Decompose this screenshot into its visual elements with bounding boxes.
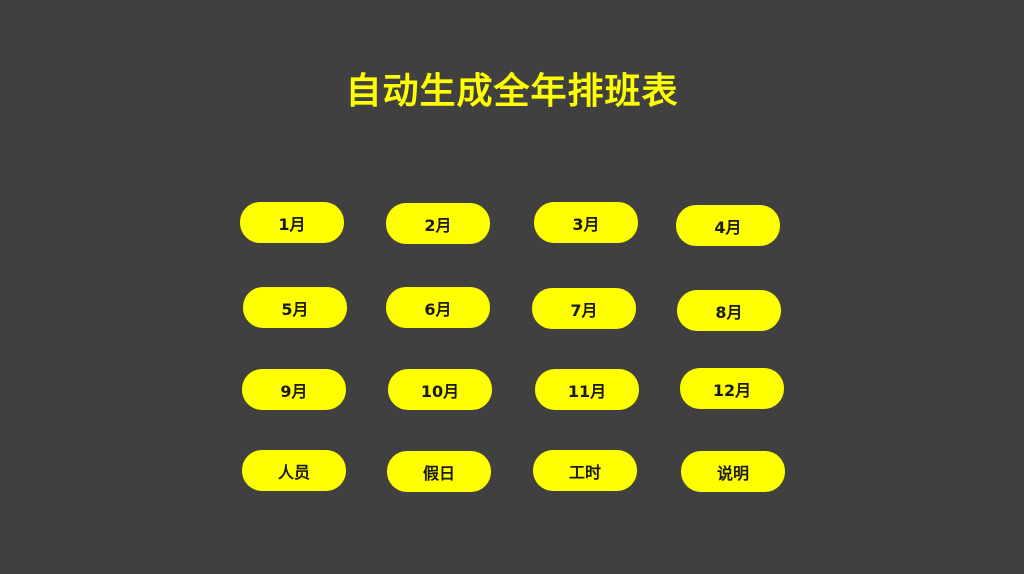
month-3-button[interactable]: 3月 bbox=[534, 202, 638, 243]
month-8-button[interactable]: 8月 bbox=[677, 290, 781, 331]
page-title: 自动生成全年排班表 bbox=[345, 71, 679, 112]
work-hours-button[interactable]: 工时 bbox=[533, 450, 637, 491]
month-5-button[interactable]: 5月 bbox=[243, 287, 347, 328]
instructions-button[interactable]: 说明 bbox=[681, 451, 785, 492]
month-6-button[interactable]: 6月 bbox=[386, 287, 490, 328]
holidays-button[interactable]: 假日 bbox=[387, 451, 491, 492]
month-4-button[interactable]: 4月 bbox=[676, 205, 780, 246]
month-11-button[interactable]: 11月 bbox=[535, 369, 639, 410]
month-9-button[interactable]: 9月 bbox=[242, 369, 346, 410]
staff-button[interactable]: 人员 bbox=[242, 450, 346, 491]
month-12-button[interactable]: 12月 bbox=[680, 368, 784, 409]
month-7-button[interactable]: 7月 bbox=[532, 288, 636, 329]
month-10-button[interactable]: 10月 bbox=[388, 369, 492, 410]
month-2-button[interactable]: 2月 bbox=[386, 203, 490, 244]
month-1-button[interactable]: 1月 bbox=[240, 202, 344, 243]
page: 自动生成全年排班表 1月 2月 3月 4月 5月 6月 7月 8月 9月 10月… bbox=[0, 0, 1024, 574]
